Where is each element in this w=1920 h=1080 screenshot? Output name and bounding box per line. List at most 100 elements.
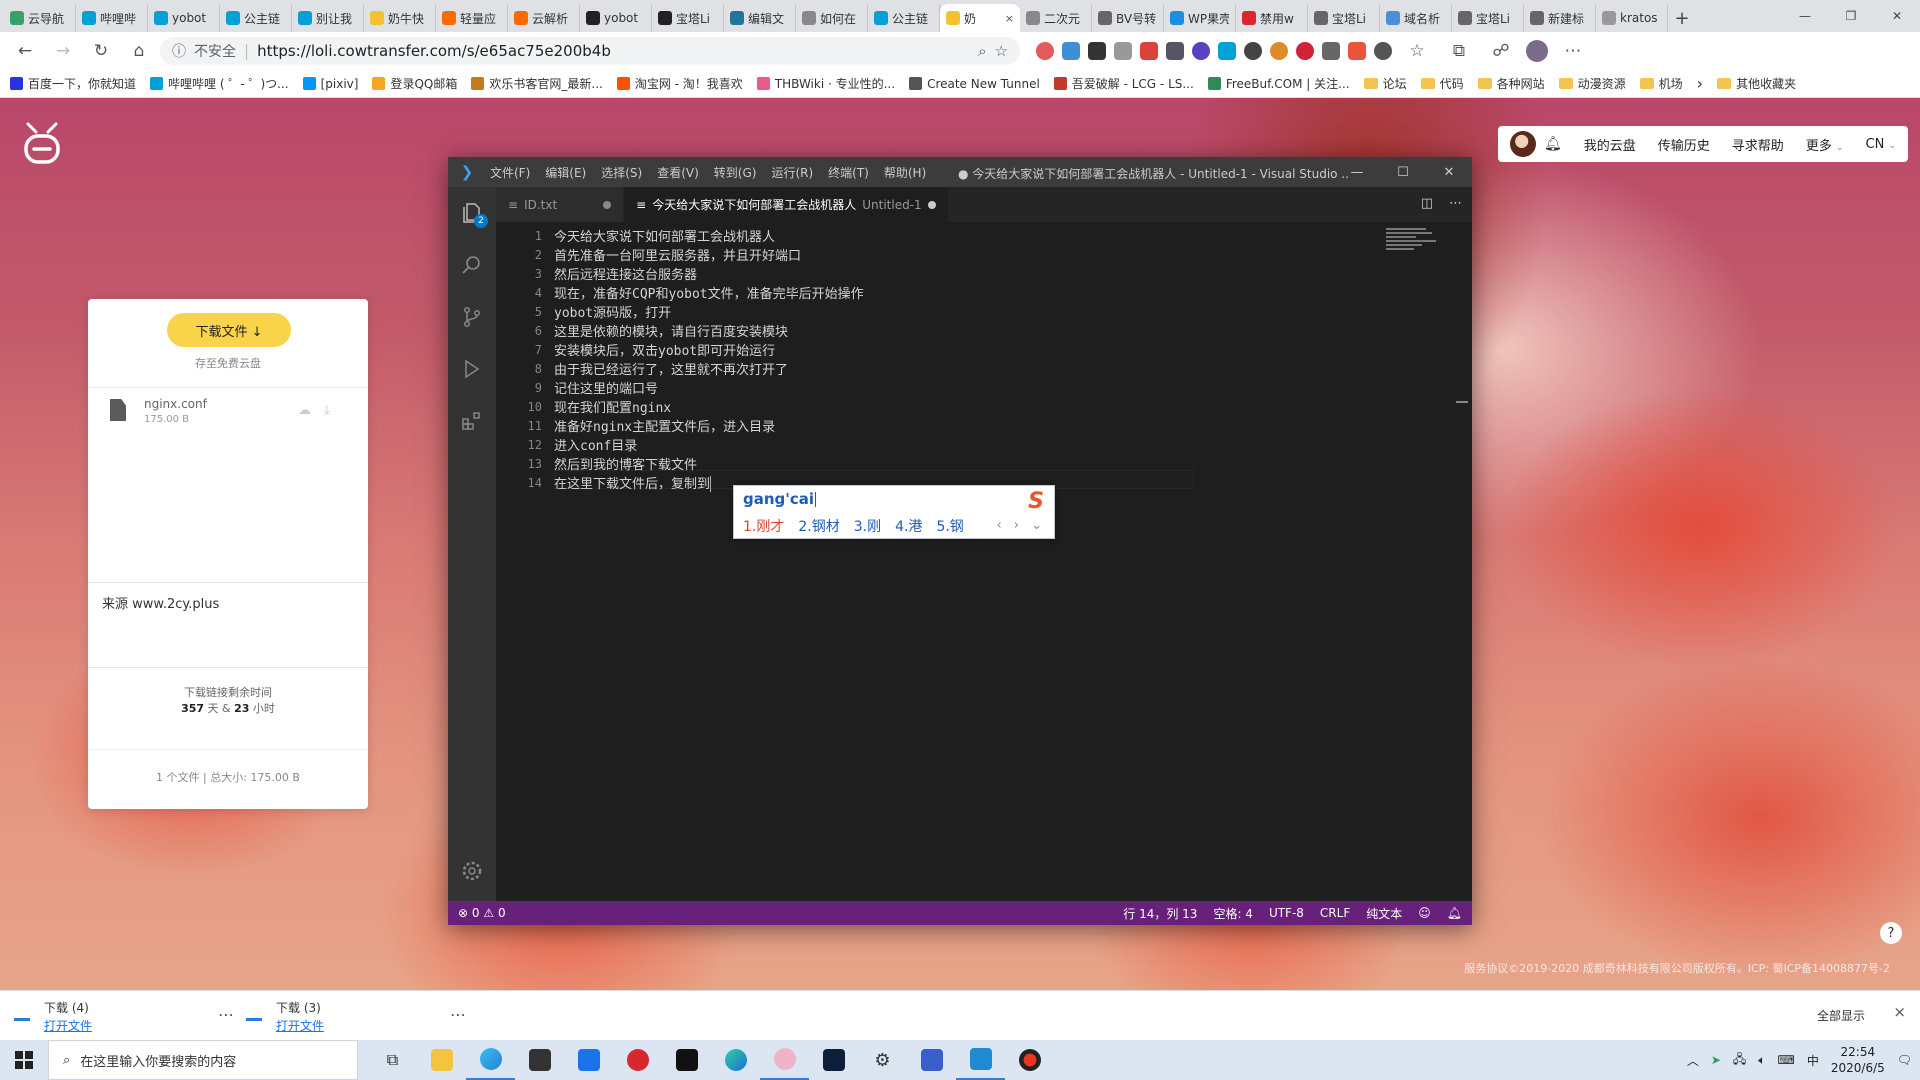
extension-icon[interactable] — [1374, 42, 1392, 60]
store-icon[interactable] — [515, 1040, 564, 1080]
close-shelf-icon[interactable]: × — [1893, 1003, 1906, 1021]
network-icon[interactable]: 🖧︎ — [1733, 1050, 1746, 1071]
tab-id-txt[interactable]: ≡ ID.txt — [496, 187, 625, 222]
menu-item[interactable]: 编辑(E) — [545, 164, 586, 181]
minimize-icon[interactable]: — — [1334, 157, 1380, 187]
bookmark-item[interactable]: Create New Tunnel — [909, 77, 1040, 91]
browser-tab[interactable]: 新建标 — [1524, 4, 1596, 32]
language-mode[interactable]: 纯文本 — [1366, 905, 1402, 922]
taskbar-search[interactable]: ⌕ 在这里输入你要搜索的内容 — [48, 1040, 358, 1080]
home-icon[interactable]: ⌂ — [122, 36, 156, 66]
zoom-icon[interactable]: ⌕ — [978, 42, 986, 60]
task-view-icon[interactable]: ⧉ — [368, 1040, 417, 1080]
info-icon[interactable]: ⓘ — [172, 41, 186, 61]
more-icon[interactable]: ⋯ — [450, 1005, 466, 1024]
browser-tab[interactable]: 奶牛快 — [364, 4, 436, 32]
back-icon[interactable]: ← — [8, 36, 42, 66]
edge-browser-icon[interactable] — [466, 1040, 515, 1080]
download-icon[interactable]: ⤓ — [324, 403, 330, 418]
cursor-position[interactable]: 行 14，列 13 — [1123, 905, 1197, 922]
bookmark-item[interactable]: 登录QQ邮箱 — [372, 75, 457, 92]
vscode-taskbar-icon[interactable] — [956, 1040, 1005, 1080]
save-to-cloud-link[interactable]: 存至免费云盘 — [88, 355, 368, 371]
indentation[interactable]: 空格: 4 — [1213, 905, 1253, 922]
maximize-icon[interactable]: ☐ — [1380, 157, 1426, 187]
more-actions-icon[interactable]: ⋯ — [1449, 196, 1462, 211]
extension-icon[interactable] — [1244, 42, 1262, 60]
scrollbar-marker[interactable] — [1456, 401, 1468, 403]
photoshop-icon[interactable] — [809, 1040, 858, 1080]
ime-candidate[interactable]: 3.刚 — [854, 516, 881, 536]
browser-tab[interactable]: 哔哩哔 — [76, 4, 148, 32]
recorder-icon[interactable] — [1005, 1040, 1054, 1080]
menu-item[interactable]: 选择(S) — [601, 164, 642, 181]
ime-candidate[interactable]: 1.刚才 — [743, 516, 784, 536]
file-row[interactable]: nginx.conf 175.00 B ☁ ⤓ — [88, 387, 368, 439]
download-file-button[interactable]: 下载文件 ↓ — [167, 313, 291, 347]
browser-tab[interactable]: 二次元 — [1020, 4, 1092, 32]
action-center-icon[interactable]: 🗨︎ — [1897, 1053, 1912, 1067]
bookmark-item[interactable]: [pixiv] — [302, 77, 358, 91]
browser-tab[interactable]: WP果壳 — [1164, 4, 1236, 32]
tray-overflow-icon[interactable]: ︿ — [1687, 1052, 1699, 1069]
nav-more[interactable]: 更多 ⌄ — [1806, 135, 1844, 154]
bookmark-item[interactable]: 淘宝网 - 淘！我喜欢 — [616, 75, 743, 92]
clock[interactable]: 22:54 2020/6/5 — [1831, 1044, 1885, 1076]
extension-icon[interactable] — [1114, 42, 1132, 60]
file-explorer-icon[interactable] — [417, 1040, 466, 1080]
bookmark-folder[interactable]: 各种网站 — [1477, 75, 1545, 92]
remote-desktop-icon[interactable] — [907, 1040, 956, 1080]
more-icon[interactable]: ⋯ — [218, 1005, 234, 1024]
download-item[interactable]: 下载 (4) 打开文件 ⋯ — [14, 997, 234, 1035]
problems-indicator[interactable]: ⊗ 0 ⚠ 0 — [458, 906, 506, 920]
close-icon[interactable]: ✕ — [1874, 0, 1920, 32]
browser-tab[interactable]: 如何在 — [796, 4, 868, 32]
browser-tab[interactable]: 别让我 — [292, 4, 364, 32]
anime-app-icon[interactable] — [760, 1040, 809, 1080]
star-icon[interactable]: ☆ — [995, 42, 1008, 60]
bell-icon[interactable]: 🔔︎ — [1544, 136, 1562, 152]
new-tab-button[interactable]: + — [1668, 4, 1696, 32]
menu-item[interactable]: 终端(T) — [828, 164, 869, 181]
bookmark-folder[interactable]: 机场 — [1639, 75, 1683, 92]
tray-app-icon[interactable]: ➤ — [1711, 1053, 1721, 1067]
keyboard-icon[interactable]: ⌨ — [1778, 1053, 1795, 1067]
bookmark-folder[interactable]: 代码 — [1420, 75, 1464, 92]
bookmark-item[interactable]: 百度一下，你就知道 — [10, 75, 136, 92]
nav-history[interactable]: 传输历史 — [1658, 135, 1710, 154]
url-text[interactable]: https://loli.cowtransfer.com/s/e65ac75e2… — [257, 42, 970, 60]
terminal-icon[interactable] — [662, 1040, 711, 1080]
ime-candidate[interactable]: 2.钢材 — [798, 516, 839, 536]
browser-tab[interactable]: yobot — [148, 4, 220, 32]
nav-my-cloud[interactable]: 我的云盘 — [1584, 135, 1636, 154]
source-control-icon[interactable] — [460, 305, 484, 329]
extension-icon[interactable] — [1322, 42, 1340, 60]
close-tab-icon[interactable]: × — [1005, 12, 1014, 25]
browser-tab[interactable]: BV号转 — [1092, 4, 1164, 32]
browser-tab[interactable]: 云解析 — [508, 4, 580, 32]
minimap[interactable] — [1386, 228, 1458, 256]
open-file-link[interactable]: 打开文件 — [276, 1017, 324, 1034]
minimize-icon[interactable]: — — [1782, 0, 1828, 32]
netease-music-icon[interactable] — [613, 1040, 662, 1080]
windows-start-icon[interactable] — [0, 1040, 48, 1080]
extension-icon[interactable] — [1166, 42, 1184, 60]
ime-indicator[interactable]: 中 — [1807, 1052, 1819, 1069]
menu-item[interactable]: 帮助(H) — [884, 164, 926, 181]
bookmarks-overflow-chevron-icon[interactable]: › — [1697, 74, 1703, 93]
close-icon[interactable]: ✕ — [1426, 157, 1472, 187]
ime-candidate[interactable]: 5.钢 — [936, 516, 963, 536]
sogou-logo-icon[interactable]: S — [1022, 488, 1050, 514]
menu-item[interactable]: 文件(F) — [490, 164, 530, 181]
browser-tab[interactable]: 域名析 — [1380, 4, 1452, 32]
show-all-downloads[interactable]: 全部显示 — [1817, 1007, 1865, 1024]
browser-tab[interactable]: 轻量应 — [436, 4, 508, 32]
feedback-icon[interactable]: ☍ — [1484, 36, 1518, 66]
mail-icon[interactable] — [564, 1040, 613, 1080]
restore-icon[interactable]: ❐ — [1828, 0, 1874, 32]
extension-icon[interactable] — [1218, 42, 1236, 60]
browser-tab[interactable]: 宝塔Li — [1308, 4, 1380, 32]
extension-icon[interactable] — [1088, 42, 1106, 60]
browser-tab[interactable]: 公主链 — [220, 4, 292, 32]
settings-icon[interactable]: ⚙ — [858, 1040, 907, 1080]
